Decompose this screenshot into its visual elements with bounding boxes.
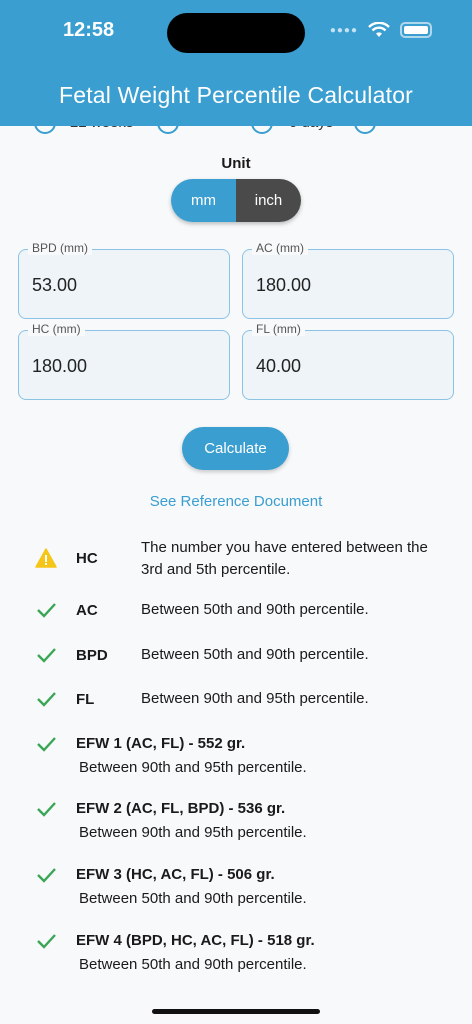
battery-icon (400, 22, 432, 38)
calculate-button[interactable]: Calculate (182, 427, 289, 470)
home-indicator[interactable] (152, 1009, 320, 1014)
ac-field[interactable]: AC (mm) 180.00 (242, 241, 454, 319)
result-name: FL (76, 691, 95, 708)
result-name: HC (76, 550, 98, 567)
unit-mm-button[interactable]: mm (171, 179, 236, 222)
warning-icon (35, 548, 57, 568)
fl-field[interactable]: FL (mm) 40.00 (242, 322, 454, 400)
signal-icon: ●●●● (329, 24, 358, 36)
check-icon (37, 603, 56, 618)
app-header: 12:58 ●●●● Fetal Weight Percentile Calcu… (0, 0, 472, 126)
check-icon (37, 934, 56, 949)
ac-label: AC (mm) (252, 241, 308, 255)
reference-link[interactable]: See Reference Document (0, 493, 472, 510)
result-desc: Between 50th and 90th percentile. (141, 646, 369, 663)
check-icon (37, 737, 56, 752)
unit-label: Unit (221, 155, 251, 172)
bpd-field[interactable]: BPD (mm) 53.00 (18, 241, 230, 319)
ac-value: 180.00 (256, 275, 312, 295)
fl-label: FL (mm) (252, 322, 305, 336)
result-desc: Between 90th and 95th percentile. (79, 824, 307, 841)
result-name: EFW 4 (BPD, HC, AC, FL) - 518 gr. (76, 932, 315, 949)
result-desc: Between 50th and 90th percentile. (141, 601, 369, 618)
hc-label: HC (mm) (28, 322, 85, 336)
result-desc: Between 90th and 95th percentile. (79, 759, 307, 776)
check-icon (37, 868, 56, 883)
unit-toggle: mm inch (171, 179, 301, 222)
result-name: EFW 1 (AC, FL) - 552 gr. (76, 735, 246, 752)
hc-field[interactable]: HC (mm) 180.00 (18, 322, 230, 400)
page-title: Fetal Weight Percentile Calculator (58, 82, 414, 108)
bpd-label: BPD (mm) (28, 241, 92, 255)
result-desc: Between 90th and 95th percentile. (141, 690, 369, 707)
result-name: EFW 2 (AC, FL, BPD) - 536 gr. (76, 800, 286, 817)
unit-inch-button[interactable]: inch (236, 179, 301, 222)
result-name: EFW 3 (HC, AC, FL) - 506 gr. (76, 866, 275, 883)
check-icon (37, 802, 56, 817)
bpd-value: 53.00 (32, 275, 78, 295)
hc-value: 180.00 (32, 356, 88, 376)
check-icon (37, 692, 56, 707)
result-desc: Between 50th and 90th percentile. (79, 890, 307, 907)
status-time: 12:58 (63, 19, 115, 41)
dynamic-island (167, 13, 305, 53)
result-name: AC (76, 602, 98, 619)
result-name: BPD (76, 647, 108, 664)
result-desc: Between 50th and 90th percentile. (79, 956, 307, 973)
result-desc: The number you have entered between the … (141, 539, 428, 578)
status-icons: ●●●● (330, 22, 432, 38)
check-icon (37, 648, 56, 663)
wifi-icon (368, 22, 390, 37)
fl-value: 40.00 (256, 356, 302, 376)
